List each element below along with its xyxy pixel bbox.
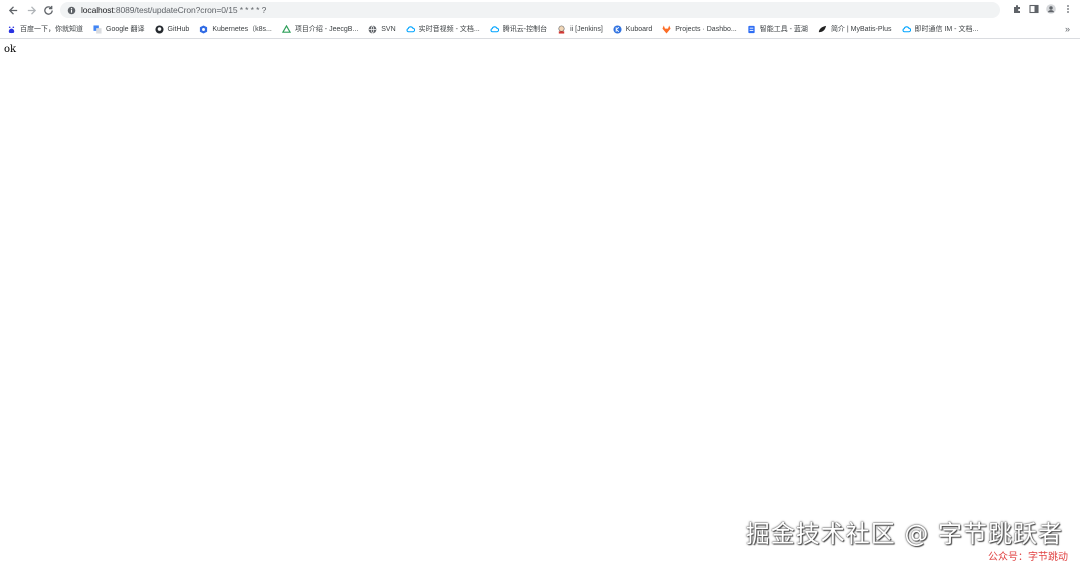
google-translate-icon (93, 24, 102, 34)
bookmark-item[interactable]: Google 翻译 (93, 22, 145, 36)
bookmark-label: Kubernetes（k8s... (212, 26, 272, 33)
kuboard-icon (613, 24, 622, 34)
profile-button[interactable] (1045, 3, 1057, 15)
kebab-menu-icon (1067, 5, 1069, 13)
bookmark-item[interactable]: 智能工具 - 蓝湖 (747, 22, 808, 36)
url-text[interactable]: localhost:8089/test/updateCron?cron=0/15… (81, 5, 266, 15)
watermark-sub: 公众号：字节跳动 (988, 552, 1068, 563)
bookmark-label: 百度一下，你就知道 (20, 26, 83, 33)
bookmark-label: 腾讯云-控制台 (502, 26, 548, 33)
url-host: localhost (81, 5, 114, 15)
gitlab-icon (662, 24, 671, 34)
site-info-icon[interactable] (66, 5, 76, 15)
lanhu-icon (747, 25, 756, 34)
browser-chrome: localhost:8089/test/updateCron?cron=0/15… (0, 0, 1080, 39)
url-path: :8089/test/updateCron?cron=0/15 * * * * … (113, 5, 267, 15)
side-panel-icon (1029, 4, 1039, 14)
bookmark-item[interactable]: ii [Jenkins] (557, 22, 603, 36)
extensions-button[interactable] (1011, 3, 1023, 15)
browser-toolbar: localhost:8089/test/updateCron?cron=0/15… (0, 0, 1080, 20)
bookmark-item[interactable]: 实时音视频 - 文档... (406, 22, 480, 36)
watermark-main: 掘金技术社区 @ 字节跳跃者 (745, 520, 1063, 548)
bookmark-item[interactable]: Kubernetes（k8s... (199, 22, 272, 36)
menu-button[interactable] (1062, 3, 1074, 15)
side-panel-button[interactable] (1028, 3, 1040, 15)
tencent-cloud-icon (406, 25, 415, 34)
avatar-icon (1046, 4, 1056, 14)
bookmark-item[interactable]: 简介 | MyBatis-Plus (818, 22, 892, 36)
reload-button[interactable] (41, 3, 55, 17)
back-arrow-icon (8, 5, 17, 15)
bookmark-label: GitHub (167, 25, 190, 33)
puzzle-icon (1014, 5, 1020, 13)
bookmarks-bar: 百度一下，你就知道 Google 翻译 GitHub Kubernetes（k8s..… (0, 20, 1080, 38)
reload-icon (43, 5, 53, 15)
forward-button[interactable] (24, 3, 38, 17)
more-bookmarks-button[interactable]: » (1065, 23, 1070, 35)
page-content: ok 掘金技术社区 @ 字节跳跃者 公众号：字节跳动 (0, 39, 1080, 567)
globe-icon (368, 24, 377, 34)
bookmark-item[interactable]: 即时通信 IM - 文档... (902, 22, 979, 36)
bookmark-label: Projects · Dashbo... (675, 25, 737, 33)
bookmark-item[interactable]: SVN (368, 22, 396, 36)
jeecg-icon (281, 24, 291, 34)
forward-arrow-icon (27, 5, 36, 15)
bookmark-label: ii [Jenkins] (570, 25, 603, 33)
response-text: ok (4, 44, 17, 55)
tencent-cloud-icon (902, 25, 911, 34)
baidu-icon (7, 25, 16, 34)
bookmark-item[interactable]: Kuboard (613, 22, 652, 36)
bookmark-label: Kuboard (625, 25, 653, 33)
bookmark-item[interactable]: GitHub (154, 22, 190, 36)
jenkins-icon (557, 25, 566, 34)
mybatis-icon (818, 25, 827, 34)
bookmark-label: Google 翻译 (106, 26, 145, 33)
back-button[interactable] (6, 3, 20, 17)
kubernetes-icon (199, 24, 208, 34)
bookmark-label: 实时音视频 - 文档... (418, 26, 480, 33)
bookmark-label: 即时通信 IM - 文档... (914, 26, 979, 33)
bookmark-item[interactable]: 百度一下，你就知道 (7, 22, 83, 36)
github-icon (154, 24, 164, 34)
bookmark-label: 简介 | MyBatis-Plus (830, 26, 892, 33)
address-bar[interactable]: localhost:8089/test/updateCron?cron=0/15… (60, 2, 1000, 18)
bookmark-label: 项目介绍 - JeecgB... (294, 26, 359, 33)
bookmark-label: 智能工具 - 蓝湖 (759, 26, 808, 33)
bookmark-item[interactable]: 腾讯云-控制台 (490, 22, 547, 36)
bookmark-label: SVN (381, 25, 396, 33)
toolbar-right-icons (1011, 3, 1074, 15)
bookmark-item[interactable]: 项目介绍 - JeecgB... (281, 22, 359, 36)
bookmark-item[interactable]: Projects · Dashbo... (662, 22, 737, 36)
tencent-cloud-icon (490, 25, 499, 34)
